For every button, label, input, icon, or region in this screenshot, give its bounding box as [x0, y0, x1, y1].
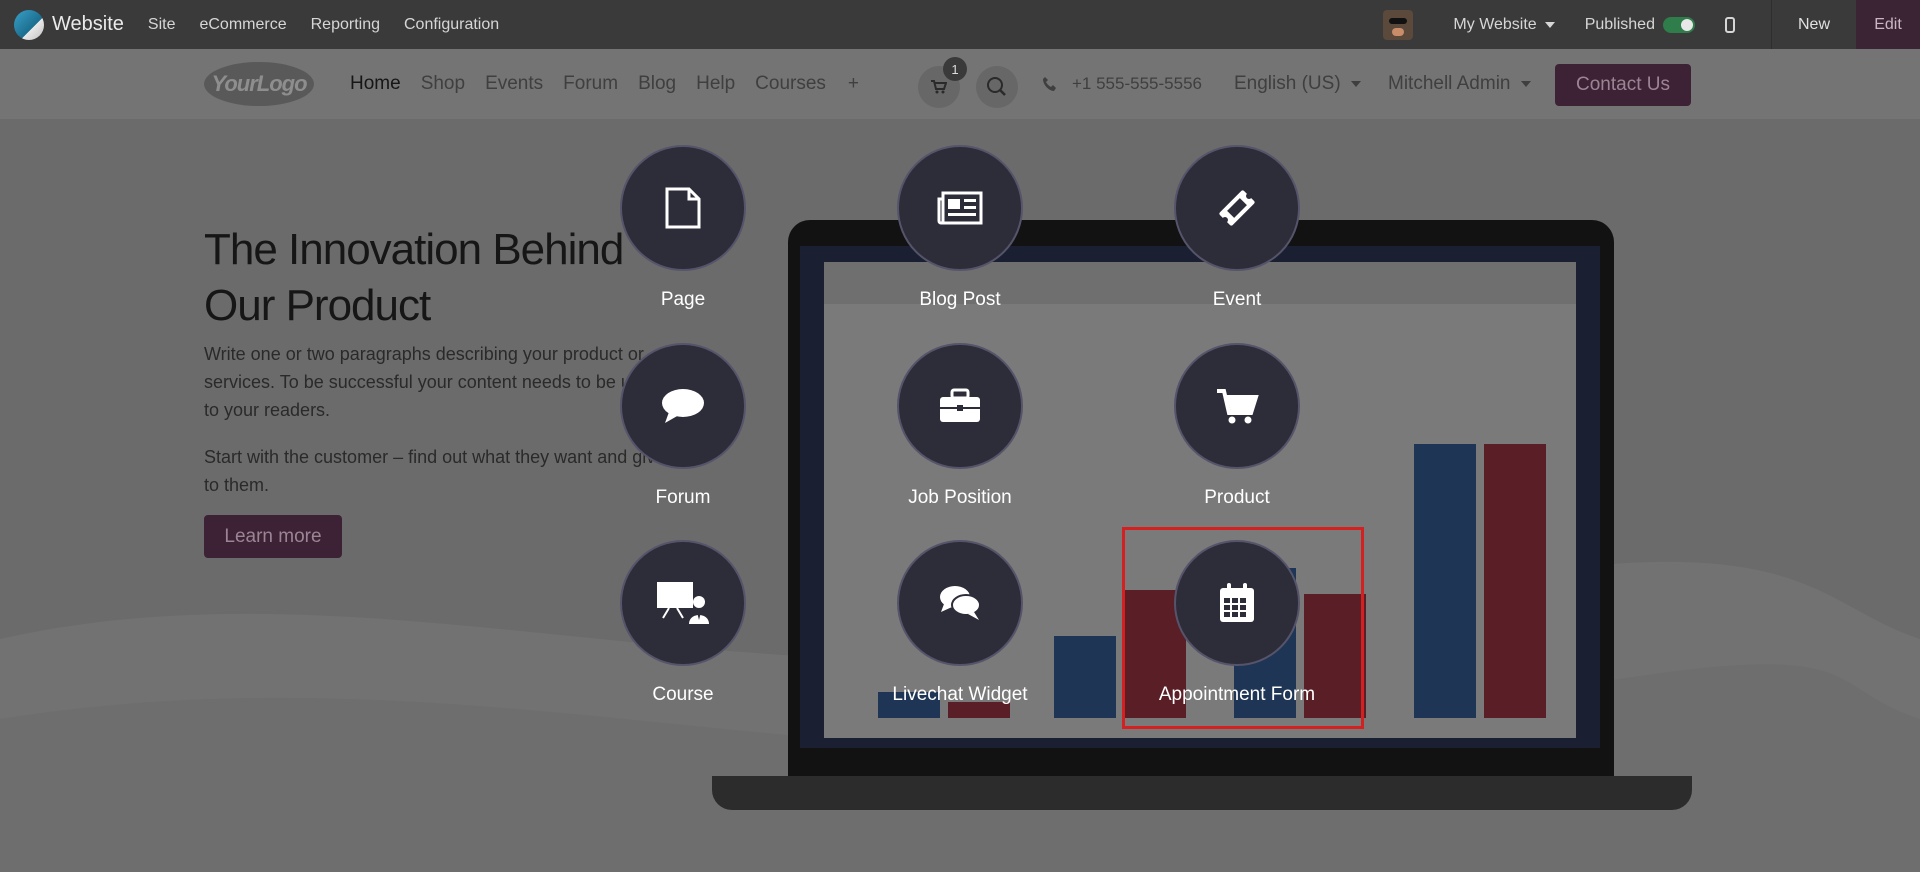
admin-top-bar: Website Site eCommerce Reporting Configu…: [0, 0, 1920, 49]
newspaper-icon: [937, 191, 983, 225]
new-livechat-widget-option[interactable]: Livechat Widget: [840, 540, 1080, 706]
option-label: Event: [1212, 289, 1262, 310]
website-selector[interactable]: My Website: [1453, 15, 1555, 34]
new-event-option[interactable]: Event: [1117, 145, 1357, 311]
cart-button[interactable]: 1: [918, 57, 967, 108]
user-avatar[interactable]: [1383, 9, 1414, 40]
cart-count-badge: 1: [943, 57, 967, 81]
learn-more-button[interactable]: Learn more: [204, 515, 342, 558]
search-button[interactable]: [976, 66, 1018, 108]
site-navigation: Home Shop Events Forum Blog Help Courses…: [350, 49, 879, 119]
website-selector-label: My Website: [1453, 15, 1537, 33]
phone-link[interactable]: +1 555-555-5556: [1042, 49, 1202, 119]
file-icon: [665, 187, 701, 229]
laptop-base: [712, 776, 1692, 810]
add-menu-item-icon[interactable]: +: [848, 73, 859, 95]
nav-help[interactable]: Help: [696, 73, 735, 95]
nav-home[interactable]: Home: [350, 73, 401, 95]
option-circle: [897, 540, 1023, 666]
nav-shop[interactable]: Shop: [421, 73, 465, 95]
published-label: Published: [1584, 15, 1655, 33]
menu-site[interactable]: Site: [148, 16, 176, 34]
new-blog-post-option[interactable]: Blog Post: [840, 145, 1080, 311]
language-selector[interactable]: English (US): [1234, 49, 1361, 119]
user-menu[interactable]: Mitchell Admin: [1388, 49, 1531, 119]
app-brand[interactable]: Website: [14, 9, 124, 40]
chevron-down-icon: [1520, 81, 1531, 87]
new-button[interactable]: New: [1772, 0, 1856, 49]
user-name: Mitchell Admin: [1388, 73, 1511, 94]
briefcase-icon: [940, 388, 980, 422]
option-label: Blog Post: [919, 289, 1001, 310]
nav-courses[interactable]: Courses: [755, 73, 826, 95]
admin-bar-actions: My Website Published New Edit: [1383, 0, 1920, 49]
new-forum-option[interactable]: Forum: [563, 343, 803, 509]
comment-icon: [662, 389, 704, 423]
phone-icon: [1043, 77, 1056, 91]
option-circle: [1174, 343, 1300, 469]
option-label: Livechat Widget: [892, 684, 1028, 705]
option-circle: [620, 343, 746, 469]
menu-configuration[interactable]: Configuration: [404, 16, 499, 34]
ticket-icon: [1219, 190, 1255, 226]
nav-forum[interactable]: Forum: [563, 73, 618, 95]
cart-icon: [931, 80, 947, 94]
new-job-position-option[interactable]: Job Position: [840, 343, 1080, 509]
option-label: Page: [660, 289, 706, 310]
cart-icon: [1217, 389, 1259, 424]
option-label: Job Position: [908, 487, 1012, 508]
option-label: Course: [652, 684, 714, 705]
option-circle: [897, 343, 1023, 469]
new-product-option[interactable]: Product: [1117, 343, 1357, 509]
admin-menu: Site eCommerce Reporting Configuration: [148, 16, 523, 34]
option-circle: [1174, 145, 1300, 271]
chart-bar: [1484, 444, 1546, 718]
site-logo-text: YourLogo: [211, 71, 307, 96]
website-header: YourLogo Home Shop Events Forum Blog Hel…: [0, 49, 1920, 119]
new-course-option[interactable]: Course: [563, 540, 803, 706]
option-circle: [897, 145, 1023, 271]
app-name: Website: [52, 13, 124, 35]
highlight-box: [1122, 527, 1364, 729]
comments-icon: [940, 586, 981, 620]
published-toggle[interactable]: Published: [1585, 16, 1695, 34]
language-label: English (US): [1234, 73, 1341, 94]
site-logo[interactable]: YourLogo: [204, 62, 314, 106]
edit-button[interactable]: Edit: [1856, 0, 1920, 49]
chevron-down-icon: [1544, 21, 1555, 28]
menu-ecommerce[interactable]: eCommerce: [199, 16, 286, 34]
option-circle: [620, 540, 746, 666]
option-circle: [620, 145, 746, 271]
menu-reporting[interactable]: Reporting: [311, 16, 380, 34]
mobile-preview-icon[interactable]: [1724, 16, 1735, 33]
contact-us-button[interactable]: Contact Us: [1555, 64, 1691, 106]
presentation-icon: [657, 582, 709, 624]
phone-number: +1 555-555-5556: [1072, 74, 1202, 93]
option-label: Product: [1204, 487, 1270, 508]
search-icon: [987, 77, 1006, 96]
chart-bar: [1414, 444, 1476, 718]
option-label: Forum: [655, 487, 711, 508]
nav-events[interactable]: Events: [485, 73, 543, 95]
nav-blog[interactable]: Blog: [638, 73, 676, 95]
toggle-switch-icon: [1662, 16, 1695, 33]
website-app-icon: [14, 9, 44, 40]
chevron-down-icon: [1350, 81, 1361, 87]
new-page-option[interactable]: Page: [563, 145, 803, 311]
